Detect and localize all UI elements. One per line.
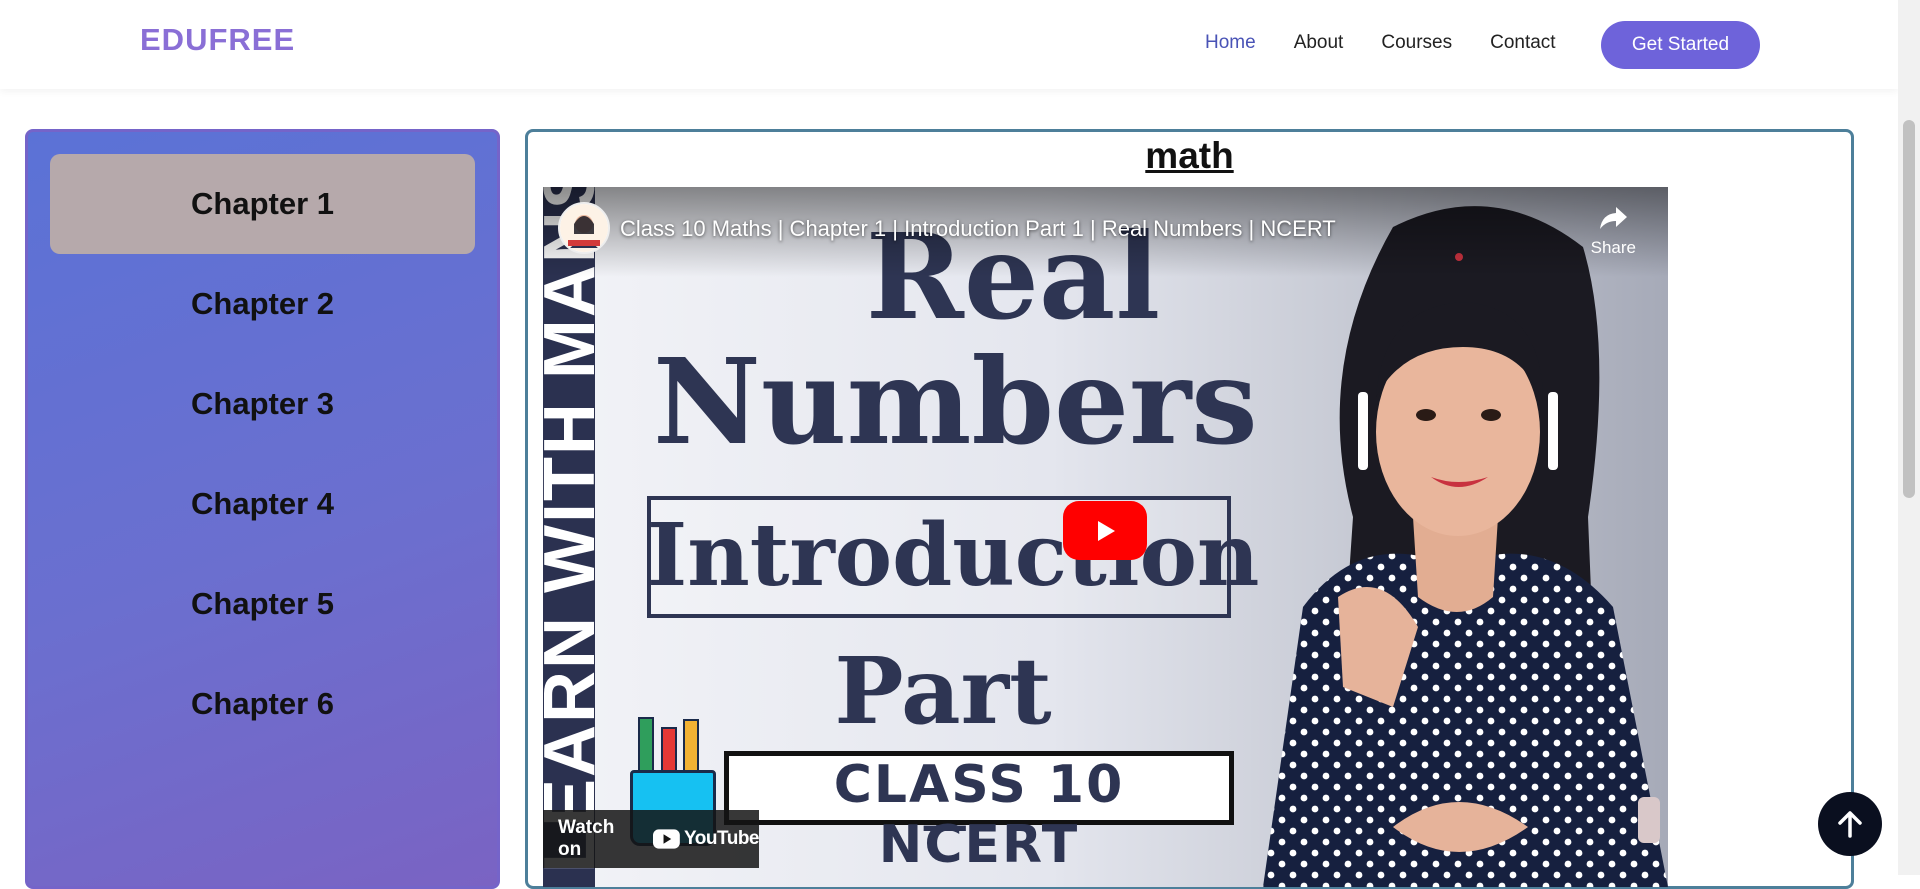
video-title[interactable]: Class 10 Maths | Chapter 1 | Introductio… xyxy=(620,216,1336,242)
video-embed[interactable]: LEARN WITH MANSI Real Numbers Introducti… xyxy=(543,187,1668,887)
chapter-item-5[interactable]: Chapter 5 xyxy=(50,554,475,654)
scroll-to-top-button[interactable] xyxy=(1818,792,1882,856)
presenter-image xyxy=(1263,206,1668,887)
chapter-item-3[interactable]: Chapter 3 xyxy=(50,354,475,454)
scrollbar-thumb[interactable] xyxy=(1903,120,1915,498)
share-button[interactable]: Share xyxy=(1591,205,1636,258)
site-header: EDUFREE Home About Courses Contact Get S… xyxy=(0,0,1898,89)
share-label: Share xyxy=(1590,238,1636,257)
brand-logo[interactable]: EDUFREE xyxy=(140,22,295,58)
get-started-button[interactable]: Get Started xyxy=(1601,21,1760,69)
play-button[interactable] xyxy=(1063,501,1147,560)
chapter-item-4[interactable]: Chapter 4 xyxy=(50,454,475,554)
arrow-up-icon xyxy=(1838,811,1862,838)
chapter-item-6[interactable]: Chapter 6 xyxy=(50,654,475,754)
watch-on-label: Watch on xyxy=(558,817,615,860)
nav-courses-link[interactable]: Courses xyxy=(1381,32,1452,54)
youtube-logo-icon xyxy=(653,829,681,849)
chapter-sidebar: Chapter 1 Chapter 2 Chapter 3 Chapter 4 … xyxy=(25,129,500,889)
youtube-play-icon xyxy=(1098,520,1115,541)
thumbnail-class-badge: CLASS 10 NCERT xyxy=(833,755,1125,875)
main-nav: Home About Courses Contact xyxy=(1205,32,1556,54)
page-scrollbar[interactable] xyxy=(1898,0,1920,875)
subject-title: math xyxy=(1145,135,1234,176)
thumbnail-side-strip: LEARN WITH MANSI xyxy=(543,187,610,887)
thumbnail-line-numbers: Numbers xyxy=(653,332,1258,471)
nav-home-link[interactable]: Home xyxy=(1205,32,1256,54)
chapter-item-1[interactable]: Chapter 1 xyxy=(50,154,475,254)
share-arrow-icon xyxy=(1600,207,1628,229)
watch-on-youtube-button[interactable]: Watch on YouTube xyxy=(543,810,759,868)
channel-avatar[interactable] xyxy=(558,202,610,254)
chapter-item-2[interactable]: Chapter 2 xyxy=(50,254,475,354)
youtube-wordmark: YouTube xyxy=(684,828,759,849)
thumbnail-side-text: LEARN WITH MANSI xyxy=(543,187,610,873)
nav-contact-link[interactable]: Contact xyxy=(1490,32,1555,54)
nav-about-link[interactable]: About xyxy=(1294,32,1344,54)
